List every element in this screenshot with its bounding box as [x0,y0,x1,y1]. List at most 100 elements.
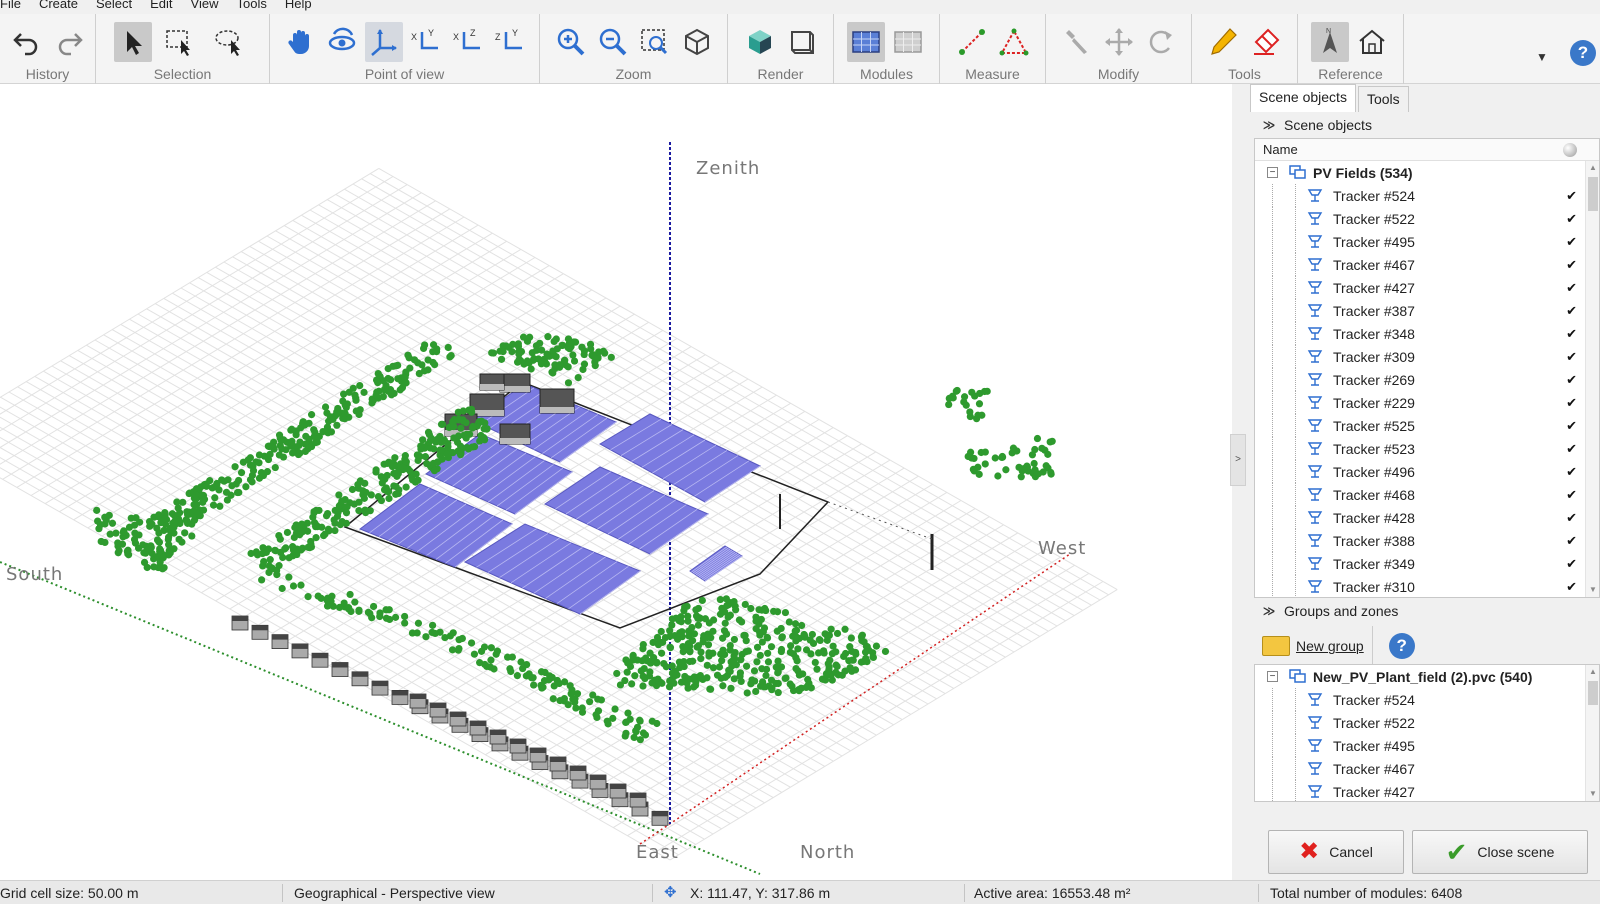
tree-item-row[interactable]: Tracker #467 ✔ [1255,253,1599,276]
close-scene-button[interactable]: ✔ Close scene [1412,830,1588,874]
name-column-header[interactable]: Name [1255,139,1599,161]
scene-objects-tree[interactable]: Name − PV Fields (534) Tracker #524 ✔ Tracke… [1254,138,1600,598]
groups-tree[interactable]: − New_PV_Plant_field (2).pvc (540) Tracker… [1254,664,1600,802]
tree-item-row[interactable]: Tracker #388 ✔ [1255,529,1599,552]
tree-item-row[interactable]: Tracker #427 [1255,780,1599,801]
tree-item-row[interactable]: Tracker #467 [1255,757,1599,780]
tree-parent-row[interactable]: − New_PV_Plant_field (2).pvc (540) [1255,665,1599,688]
visible-check-icon[interactable]: ✔ [1566,211,1577,227]
help-icon[interactable]: ? [1570,40,1596,66]
visible-check-icon[interactable]: ✔ [1566,395,1577,411]
scene-tree-scrollbar[interactable]: ▲ ▼ [1585,161,1599,597]
zoom-extents-icon[interactable] [678,22,716,62]
visible-check-icon[interactable]: ✔ [1566,464,1577,480]
visible-check-icon[interactable]: ✔ [1566,372,1577,388]
groups-tree-scrollbar[interactable]: ▲ ▼ [1585,665,1599,801]
tab-tools[interactable]: Tools [1357,86,1409,112]
scene-viewport[interactable]: Zenith South West East North [0,84,1232,880]
tree-item-row[interactable]: Tracker #495 [1255,734,1599,757]
tree-item-row[interactable]: Tracker #525 ✔ [1255,414,1599,437]
rect-select-icon[interactable] [156,22,202,62]
visible-check-icon[interactable]: ✔ [1566,303,1577,319]
visible-check-icon[interactable]: ✔ [1566,487,1577,503]
pan-hand-icon[interactable] [281,22,319,62]
rotate-icon[interactable] [1142,22,1180,62]
tree-item-row[interactable]: Tracker #349 ✔ [1255,552,1599,575]
pointer-select-icon[interactable] [113,22,152,62]
scroll-up-icon[interactable]: ▲ [1586,665,1599,679]
visible-check-icon[interactable]: ✔ [1566,441,1577,457]
visibility-column-icon[interactable] [1563,143,1577,157]
tree-parent-row[interactable]: − PV Fields (534) [1255,161,1599,184]
visible-check-icon[interactable]: ✔ [1566,257,1577,273]
undo-icon[interactable] [8,22,46,62]
tree-item-row[interactable]: Tracker #524 [1255,688,1599,711]
visible-check-icon[interactable]: ✔ [1566,280,1577,296]
visible-check-icon[interactable]: ✔ [1566,418,1577,434]
pencil-icon[interactable] [1205,22,1243,62]
visible-check-icon[interactable]: ✔ [1566,579,1577,595]
modules-off-icon[interactable] [889,22,927,62]
tree-item-row[interactable]: Tracker #495 ✔ [1255,230,1599,253]
measure-angle-icon[interactable] [995,22,1033,62]
cancel-button[interactable]: ✖ Cancel [1268,830,1404,874]
tree-item-row[interactable]: Tracker #524 ✔ [1255,184,1599,207]
render-solid-icon[interactable] [741,22,779,62]
tree-item-row[interactable]: Tracker #427 ✔ [1255,276,1599,299]
menu-file[interactable]: File [0,0,30,10]
collapse-chevron-icon[interactable]: ≫ [1254,604,1284,618]
menu-create[interactable]: Create [30,0,87,10]
tree-item-row[interactable]: Tracker #387 ✔ [1255,299,1599,322]
tree-item-row[interactable]: Tracker #468 ✔ [1255,483,1599,506]
menu-select[interactable]: Select [87,0,141,10]
panel-collapse-handle[interactable]: > [1230,434,1246,486]
scroll-down-icon[interactable]: ▼ [1586,787,1599,801]
tree-item-row[interactable]: Tracker #496 ✔ [1255,460,1599,483]
collapse-tree-icon[interactable]: − [1267,167,1278,178]
tree-item-row[interactable]: Tracker #309 ✔ [1255,345,1599,368]
tree-item-row[interactable]: Tracker #310 ✔ [1255,575,1599,597]
visible-check-icon[interactable]: ✔ [1566,188,1577,204]
tree-item-row[interactable]: Tracker #522 ✔ [1255,207,1599,230]
modify-tool-icon[interactable] [1058,22,1096,62]
render-wire-icon[interactable] [783,22,821,62]
house-reference-icon[interactable] [1353,22,1391,62]
tab-scene-objects[interactable]: Scene objects [1250,84,1356,112]
tree-item-row[interactable]: Tracker #522 [1255,711,1599,734]
tree-item-row[interactable]: Tracker #428 ✔ [1255,506,1599,529]
visible-check-icon[interactable]: ✔ [1566,234,1577,250]
menu-tools[interactable]: Tools [227,0,275,10]
collapse-chevron-icon[interactable]: ≫ [1254,118,1284,132]
scroll-thumb[interactable] [1588,681,1598,705]
visible-check-icon[interactable]: ✔ [1566,326,1577,342]
eraser-icon[interactable] [1247,22,1285,62]
zoom-window-icon[interactable] [636,22,674,62]
tree-item-row[interactable]: Tracker #269 ✔ [1255,368,1599,391]
tree-item-row[interactable]: Tracker #348 ✔ [1255,322,1599,345]
menu-edit[interactable]: Edit [141,0,181,10]
tree-item-row[interactable]: Tracker #229 ✔ [1255,391,1599,414]
view-zy-icon[interactable]: ZY [491,22,529,62]
new-group-button[interactable]: New group [1254,626,1373,666]
scene-canvas[interactable] [0,84,1232,880]
collapse-tree-icon[interactable]: − [1267,671,1278,682]
menu-help[interactable]: Help [276,0,321,10]
orbit-icon[interactable] [323,22,361,62]
modules-on-icon[interactable] [846,22,885,62]
visible-check-icon[interactable]: ✔ [1566,533,1577,549]
menu-view[interactable]: View [182,0,228,10]
redo-icon[interactable] [50,22,88,62]
groups-help-icon[interactable]: ? [1388,633,1415,659]
move-icon[interactable] [1100,22,1138,62]
scroll-down-icon[interactable]: ▼ [1586,583,1599,597]
scroll-up-icon[interactable]: ▲ [1586,161,1599,175]
groups-header[interactable]: ≫ Groups and zones [1254,598,1598,624]
lasso-select-icon[interactable] [206,22,252,62]
view-xz-icon[interactable]: XZ [449,22,487,62]
visible-check-icon[interactable]: ✔ [1566,556,1577,572]
toolbar-overflow-icon[interactable]: ▼ [1536,50,1548,64]
zoom-out-icon[interactable] [594,22,632,62]
zoom-in-icon[interactable] [552,22,590,62]
north-reference-icon[interactable]: N [1310,22,1349,62]
view-xy-icon[interactable]: XY [407,22,445,62]
